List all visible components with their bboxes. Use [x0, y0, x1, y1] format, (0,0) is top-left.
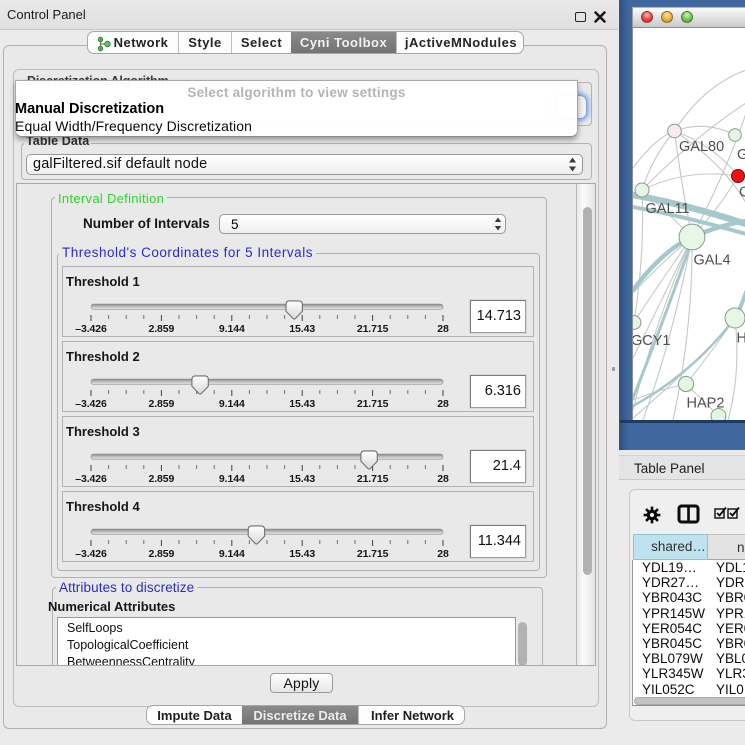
svg-text:GAL4: GAL4	[694, 253, 731, 269]
svg-text:C: C	[739, 185, 745, 201]
svg-text:GAL11: GAL11	[646, 201, 690, 217]
svg-text:GCY1: GCY1	[633, 333, 671, 349]
svg-text:HA: HA	[737, 331, 745, 347]
svg-text:HAP2: HAP2	[687, 396, 725, 412]
svg-text:GA: GA	[737, 147, 745, 163]
svg-text:GAL80: GAL80	[679, 139, 724, 155]
